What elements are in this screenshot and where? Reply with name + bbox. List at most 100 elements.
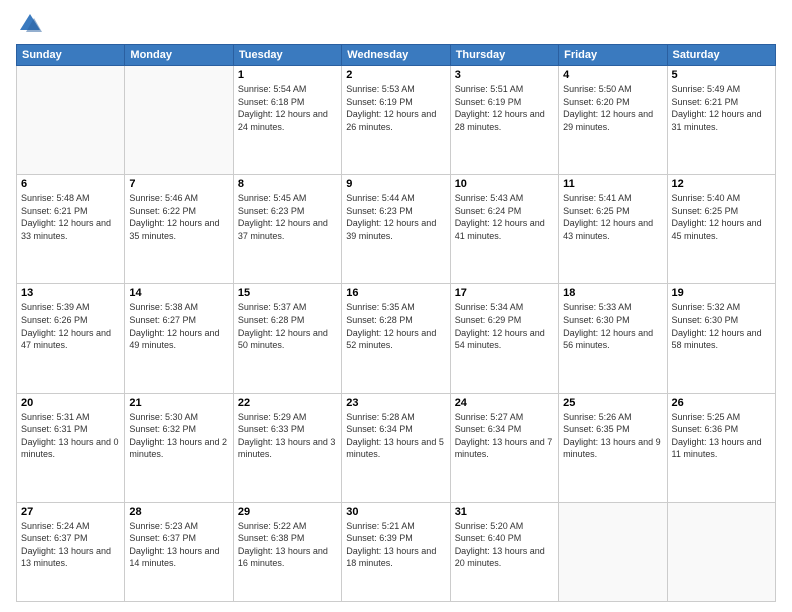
week-row-2: 6 Sunrise: 5:48 AM Sunset: 6:21 PM Daylig… (17, 175, 776, 284)
calendar-cell: 30 Sunrise: 5:21 AM Sunset: 6:39 PM Dayli… (342, 502, 450, 601)
day-number: 5 (672, 69, 771, 81)
calendar-cell: 29Sunrise: 5:22 AM Sunset: 6:38 PM Dayli… (233, 502, 341, 601)
weekday-header-thursday: Thursday (450, 45, 558, 66)
calendar-cell: 21Sunrise: 5:30 AM Sunset: 6:32 PM Dayli… (125, 393, 233, 502)
day-info: Sunrise: 5:49 AM Sunset: 6:21 PM Dayligh… (672, 83, 771, 133)
calendar-cell: 8 Sunrise: 5:45 AM Sunset: 6:23 PM Daylig… (233, 175, 341, 284)
day-number: 22 (238, 397, 337, 409)
day-info: Sunrise: 5:27 AM Sunset: 6:34 PM Dayligh… (455, 411, 554, 461)
weekday-header-saturday: Saturday (667, 45, 775, 66)
calendar-cell: 23 Sunrise: 5:28 AM Sunset: 6:34 PM Dayli… (342, 393, 450, 502)
day-info: Sunrise: 5:29 AM Sunset: 6:33 PM Dayligh… (238, 411, 337, 461)
calendar-cell (559, 502, 667, 601)
day-info: Sunrise: 5:46 AM Sunset: 6:22 PM Dayligh… (129, 192, 228, 242)
day-info: Sunrise: 5:20 AM Sunset: 6:40 PM Dayligh… (455, 520, 554, 570)
day-number: 19 (672, 287, 771, 299)
weekday-header-tuesday: Tuesday (233, 45, 341, 66)
day-info: Sunrise: 5:34 AM Sunset: 6:29 PM Dayligh… (455, 301, 554, 351)
day-info: Sunrise: 5:53 AM Sunset: 6:19 PM Dayligh… (346, 83, 445, 133)
day-info: Sunrise: 5:22 AM Sunset: 6:38 PM Dayligh… (238, 520, 337, 570)
header (16, 10, 776, 38)
day-number: 12 (672, 178, 771, 190)
logo-icon (16, 10, 44, 38)
week-row-5: 27 Sunrise: 5:24 AM Sunset: 6:37 PM Dayli… (17, 502, 776, 601)
calendar-cell: 7 Sunrise: 5:46 AM Sunset: 6:22 PM Daylig… (125, 175, 233, 284)
calendar-table: SundayMondayTuesdayWednesdayThursdayFrid… (16, 44, 776, 602)
day-info: Sunrise: 5:33 AM Sunset: 6:30 PM Dayligh… (563, 301, 662, 351)
calendar-cell: 10 Sunrise: 5:43 AM Sunset: 6:24 PM Dayli… (450, 175, 558, 284)
calendar-cell: 4Sunrise: 5:50 AM Sunset: 6:20 PM Daylig… (559, 66, 667, 175)
day-number: 24 (455, 397, 554, 409)
day-info: Sunrise: 5:24 AM Sunset: 6:37 PM Dayligh… (21, 520, 120, 570)
day-info: Sunrise: 5:31 AM Sunset: 6:31 PM Dayligh… (21, 411, 120, 461)
calendar-cell: 1 Sunrise: 5:54 AM Sunset: 6:18 PM Daylig… (233, 66, 341, 175)
calendar-cell: 18 Sunrise: 5:33 AM Sunset: 6:30 PM Dayli… (559, 284, 667, 393)
day-number: 31 (455, 506, 554, 518)
day-number: 18 (563, 287, 662, 299)
calendar-cell: 9Sunrise: 5:44 AM Sunset: 6:23 PM Daylig… (342, 175, 450, 284)
day-number: 1 (238, 69, 337, 81)
calendar-cell: 12 Sunrise: 5:40 AM Sunset: 6:25 PM Dayli… (667, 175, 775, 284)
day-info: Sunrise: 5:40 AM Sunset: 6:25 PM Dayligh… (672, 192, 771, 242)
weekday-header-row: SundayMondayTuesdayWednesdayThursdayFrid… (17, 45, 776, 66)
day-number: 8 (238, 178, 337, 190)
day-number: 10 (455, 178, 554, 190)
day-number: 25 (563, 397, 662, 409)
day-number: 3 (455, 69, 554, 81)
day-info: Sunrise: 5:39 AM Sunset: 6:26 PM Dayligh… (21, 301, 120, 351)
day-number: 23 (346, 397, 445, 409)
day-number: 28 (129, 506, 228, 518)
day-number: 15 (238, 287, 337, 299)
calendar-cell: 24 Sunrise: 5:27 AM Sunset: 6:34 PM Dayli… (450, 393, 558, 502)
calendar-cell: 28Sunrise: 5:23 AM Sunset: 6:37 PM Dayli… (125, 502, 233, 601)
day-info: Sunrise: 5:43 AM Sunset: 6:24 PM Dayligh… (455, 192, 554, 242)
calendar-cell: 25Sunrise: 5:26 AM Sunset: 6:35 PM Dayli… (559, 393, 667, 502)
day-info: Sunrise: 5:44 AM Sunset: 6:23 PM Dayligh… (346, 192, 445, 242)
calendar-cell: 27 Sunrise: 5:24 AM Sunset: 6:37 PM Dayli… (17, 502, 125, 601)
weekday-header-wednesday: Wednesday (342, 45, 450, 66)
day-info: Sunrise: 5:21 AM Sunset: 6:39 PM Dayligh… (346, 520, 445, 570)
day-info: Sunrise: 5:54 AM Sunset: 6:18 PM Dayligh… (238, 83, 337, 133)
day-number: 4 (563, 69, 662, 81)
calendar-cell: 22 Sunrise: 5:29 AM Sunset: 6:33 PM Dayli… (233, 393, 341, 502)
calendar-cell: 16 Sunrise: 5:35 AM Sunset: 6:28 PM Dayli… (342, 284, 450, 393)
week-row-4: 20 Sunrise: 5:31 AM Sunset: 6:31 PM Dayli… (17, 393, 776, 502)
day-info: Sunrise: 5:38 AM Sunset: 6:27 PM Dayligh… (129, 301, 228, 351)
page: SundayMondayTuesdayWednesdayThursdayFrid… (0, 0, 792, 612)
week-row-3: 13 Sunrise: 5:39 AM Sunset: 6:26 PM Dayli… (17, 284, 776, 393)
calendar-cell: 13 Sunrise: 5:39 AM Sunset: 6:26 PM Dayli… (17, 284, 125, 393)
day-info: Sunrise: 5:35 AM Sunset: 6:28 PM Dayligh… (346, 301, 445, 351)
day-info: Sunrise: 5:48 AM Sunset: 6:21 PM Dayligh… (21, 192, 120, 242)
calendar-cell (17, 66, 125, 175)
calendar-cell (125, 66, 233, 175)
day-number: 20 (21, 397, 120, 409)
day-number: 30 (346, 506, 445, 518)
weekday-header-sunday: Sunday (17, 45, 125, 66)
day-number: 26 (672, 397, 771, 409)
day-number: 11 (563, 178, 662, 190)
logo (16, 10, 48, 38)
calendar-cell: 11Sunrise: 5:41 AM Sunset: 6:25 PM Dayli… (559, 175, 667, 284)
calendar-cell: 17Sunrise: 5:34 AM Sunset: 6:29 PM Dayli… (450, 284, 558, 393)
day-number: 13 (21, 287, 120, 299)
weekday-header-monday: Monday (125, 45, 233, 66)
calendar-cell: 3 Sunrise: 5:51 AM Sunset: 6:19 PM Daylig… (450, 66, 558, 175)
day-info: Sunrise: 5:51 AM Sunset: 6:19 PM Dayligh… (455, 83, 554, 133)
day-number: 2 (346, 69, 445, 81)
day-number: 16 (346, 287, 445, 299)
calendar-cell: 26Sunrise: 5:25 AM Sunset: 6:36 PM Dayli… (667, 393, 775, 502)
weekday-header-friday: Friday (559, 45, 667, 66)
calendar-cell: 5 Sunrise: 5:49 AM Sunset: 6:21 PM Daylig… (667, 66, 775, 175)
day-info: Sunrise: 5:37 AM Sunset: 6:28 PM Dayligh… (238, 301, 337, 351)
calendar-cell: 14Sunrise: 5:38 AM Sunset: 6:27 PM Dayli… (125, 284, 233, 393)
calendar-cell: 31 Sunrise: 5:20 AM Sunset: 6:40 PM Dayli… (450, 502, 558, 601)
calendar-cell: 2 Sunrise: 5:53 AM Sunset: 6:19 PM Daylig… (342, 66, 450, 175)
day-number: 27 (21, 506, 120, 518)
day-info: Sunrise: 5:28 AM Sunset: 6:34 PM Dayligh… (346, 411, 445, 461)
calendar-cell (667, 502, 775, 601)
day-info: Sunrise: 5:45 AM Sunset: 6:23 PM Dayligh… (238, 192, 337, 242)
day-number: 7 (129, 178, 228, 190)
calendar-cell: 15 Sunrise: 5:37 AM Sunset: 6:28 PM Dayli… (233, 284, 341, 393)
day-number: 6 (21, 178, 120, 190)
calendar-cell: 20 Sunrise: 5:31 AM Sunset: 6:31 PM Dayli… (17, 393, 125, 502)
